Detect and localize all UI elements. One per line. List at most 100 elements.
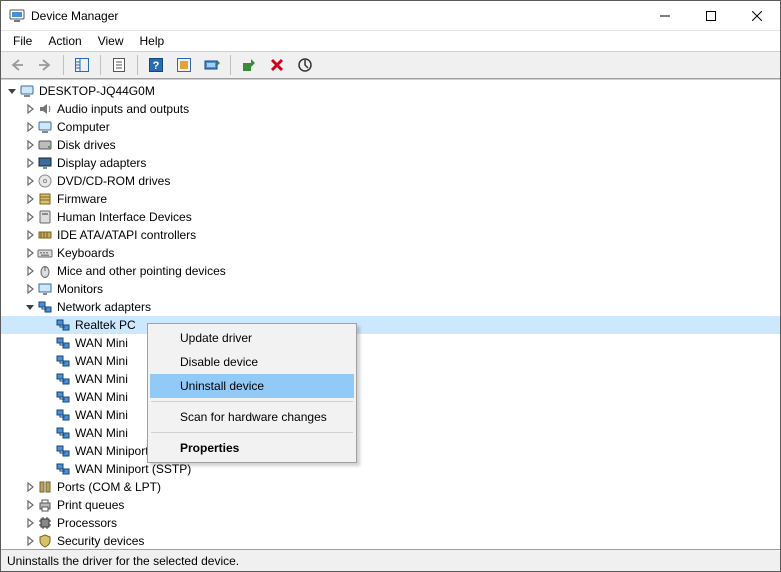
twisty-collapsed[interactable] (23, 228, 37, 242)
status-text: Uninstalls the driver for the selected d… (7, 554, 239, 568)
update-driver-button[interactable] (237, 53, 261, 77)
twisty-collapsed[interactable] (23, 120, 37, 134)
tree-label: Keyboards (57, 246, 114, 260)
tree-row[interactable]: WAN Mini (1, 334, 780, 352)
tree-row[interactable]: Security devices (1, 532, 780, 549)
ctx-disable-device[interactable]: Disable device (150, 350, 354, 374)
menu-file[interactable]: File (5, 32, 40, 50)
firmware-icon (37, 191, 53, 207)
menu-view[interactable]: View (90, 32, 132, 50)
twisty-collapsed[interactable] (23, 156, 37, 170)
show-hide-tree-button[interactable] (70, 53, 94, 77)
tree-row[interactable]: Disk drives (1, 136, 780, 154)
tree-row[interactable]: DVD/CD-ROM drives (1, 172, 780, 190)
ctx-sep (151, 432, 353, 433)
twisty-expanded[interactable] (5, 84, 19, 98)
ctx-properties[interactable]: Properties (150, 436, 354, 460)
tree-row[interactable]: WAN Mini (1, 370, 780, 388)
dvd-icon (37, 173, 53, 189)
tree-row[interactable]: WAN Mini (1, 406, 780, 424)
content-area: DESKTOP-JQ44G0M Audio inputs and outputs… (1, 79, 780, 549)
maximize-button[interactable] (688, 1, 734, 31)
tree-label: Audio inputs and outputs (57, 102, 189, 116)
toolbar-sep (137, 55, 138, 75)
back-button[interactable] (5, 53, 29, 77)
ctx-uninstall-device[interactable]: Uninstall device (150, 374, 354, 398)
twisty-collapsed[interactable] (23, 264, 37, 278)
tree-label: Human Interface Devices (57, 210, 192, 224)
tree-row[interactable]: IDE ATA/ATAPI controllers (1, 226, 780, 244)
tree-row[interactable]: Audio inputs and outputs (1, 100, 780, 118)
tree-row[interactable]: WAN Miniport (PPTP) (1, 442, 780, 460)
tree-row[interactable]: Print queues (1, 496, 780, 514)
twisty-collapsed[interactable] (23, 192, 37, 206)
properties-button[interactable] (107, 53, 131, 77)
tree-label: Mice and other pointing devices (57, 264, 226, 278)
scan-hardware-button[interactable] (200, 53, 224, 77)
tree-row[interactable]: WAN Mini (1, 388, 780, 406)
tree-label: Realtek PC (75, 318, 136, 332)
tree-row[interactable]: Computer (1, 118, 780, 136)
tree-row[interactable]: Display adapters (1, 154, 780, 172)
tree-label: WAN Mini (75, 426, 128, 440)
network-icon (55, 407, 71, 423)
twisty-collapsed[interactable] (23, 534, 37, 548)
uninstall-device-button[interactable] (265, 53, 289, 77)
twisty-collapsed[interactable] (23, 480, 37, 494)
twisty-collapsed[interactable] (23, 138, 37, 152)
twisty-none (41, 336, 55, 350)
twisty-collapsed[interactable] (23, 246, 37, 260)
tree-label: Display adapters (57, 156, 146, 170)
menubar: File Action View Help (1, 31, 780, 51)
processor-icon (37, 515, 53, 531)
twisty-collapsed[interactable] (23, 282, 37, 296)
display-icon (37, 155, 53, 171)
toolbar-sep (230, 55, 231, 75)
tree-row[interactable]: Processors (1, 514, 780, 532)
tree-label: Monitors (57, 282, 103, 296)
disk-icon (37, 137, 53, 153)
tree-row[interactable]: Realtek PC (1, 316, 780, 334)
twisty-collapsed[interactable] (23, 498, 37, 512)
menu-help[interactable]: Help (132, 32, 173, 50)
computer-icon (37, 119, 53, 135)
disable-device-button[interactable] (293, 53, 317, 77)
twisty-none (41, 426, 55, 440)
help-button[interactable]: ? (144, 53, 168, 77)
network-icon (55, 443, 71, 459)
tree-row[interactable]: Keyboards (1, 244, 780, 262)
network-icon (55, 317, 71, 333)
app-icon (9, 8, 25, 24)
twisty-collapsed[interactable] (23, 516, 37, 530)
ctx-scan-hardware[interactable]: Scan for hardware changes (150, 405, 354, 429)
tree-row[interactable]: WAN Mini (1, 424, 780, 442)
tree-row[interactable]: Human Interface Devices (1, 208, 780, 226)
show-hidden-button[interactable] (172, 53, 196, 77)
tree-label: WAN Miniport (SSTP) (75, 462, 191, 476)
tree-label: Ports (COM & LPT) (57, 480, 161, 494)
close-button[interactable] (734, 1, 780, 31)
device-tree[interactable]: DESKTOP-JQ44G0M Audio inputs and outputs… (1, 80, 780, 549)
tree-label: DESKTOP-JQ44G0M (39, 84, 155, 98)
tree-row[interactable]: Network adapters (1, 298, 780, 316)
tree-row[interactable]: WAN Miniport (SSTP) (1, 460, 780, 478)
keyboard-icon (37, 245, 53, 261)
tree-row[interactable]: WAN Mini (1, 352, 780, 370)
twisty-collapsed[interactable] (23, 102, 37, 116)
print-icon (37, 497, 53, 513)
menu-action[interactable]: Action (40, 32, 89, 50)
tree-row[interactable]: Firmware (1, 190, 780, 208)
twisty-collapsed[interactable] (23, 210, 37, 224)
ctx-update-driver[interactable]: Update driver (150, 326, 354, 350)
tree-row[interactable]: Monitors (1, 280, 780, 298)
twisty-none (41, 354, 55, 368)
tree-label: Network adapters (57, 300, 151, 314)
twisty-none (41, 408, 55, 422)
tree-row[interactable]: DESKTOP-JQ44G0M (1, 82, 780, 100)
minimize-button[interactable] (642, 1, 688, 31)
forward-button[interactable] (33, 53, 57, 77)
twisty-expanded[interactable] (23, 300, 37, 314)
tree-row[interactable]: Mice and other pointing devices (1, 262, 780, 280)
tree-row[interactable]: Ports (COM & LPT) (1, 478, 780, 496)
twisty-collapsed[interactable] (23, 174, 37, 188)
